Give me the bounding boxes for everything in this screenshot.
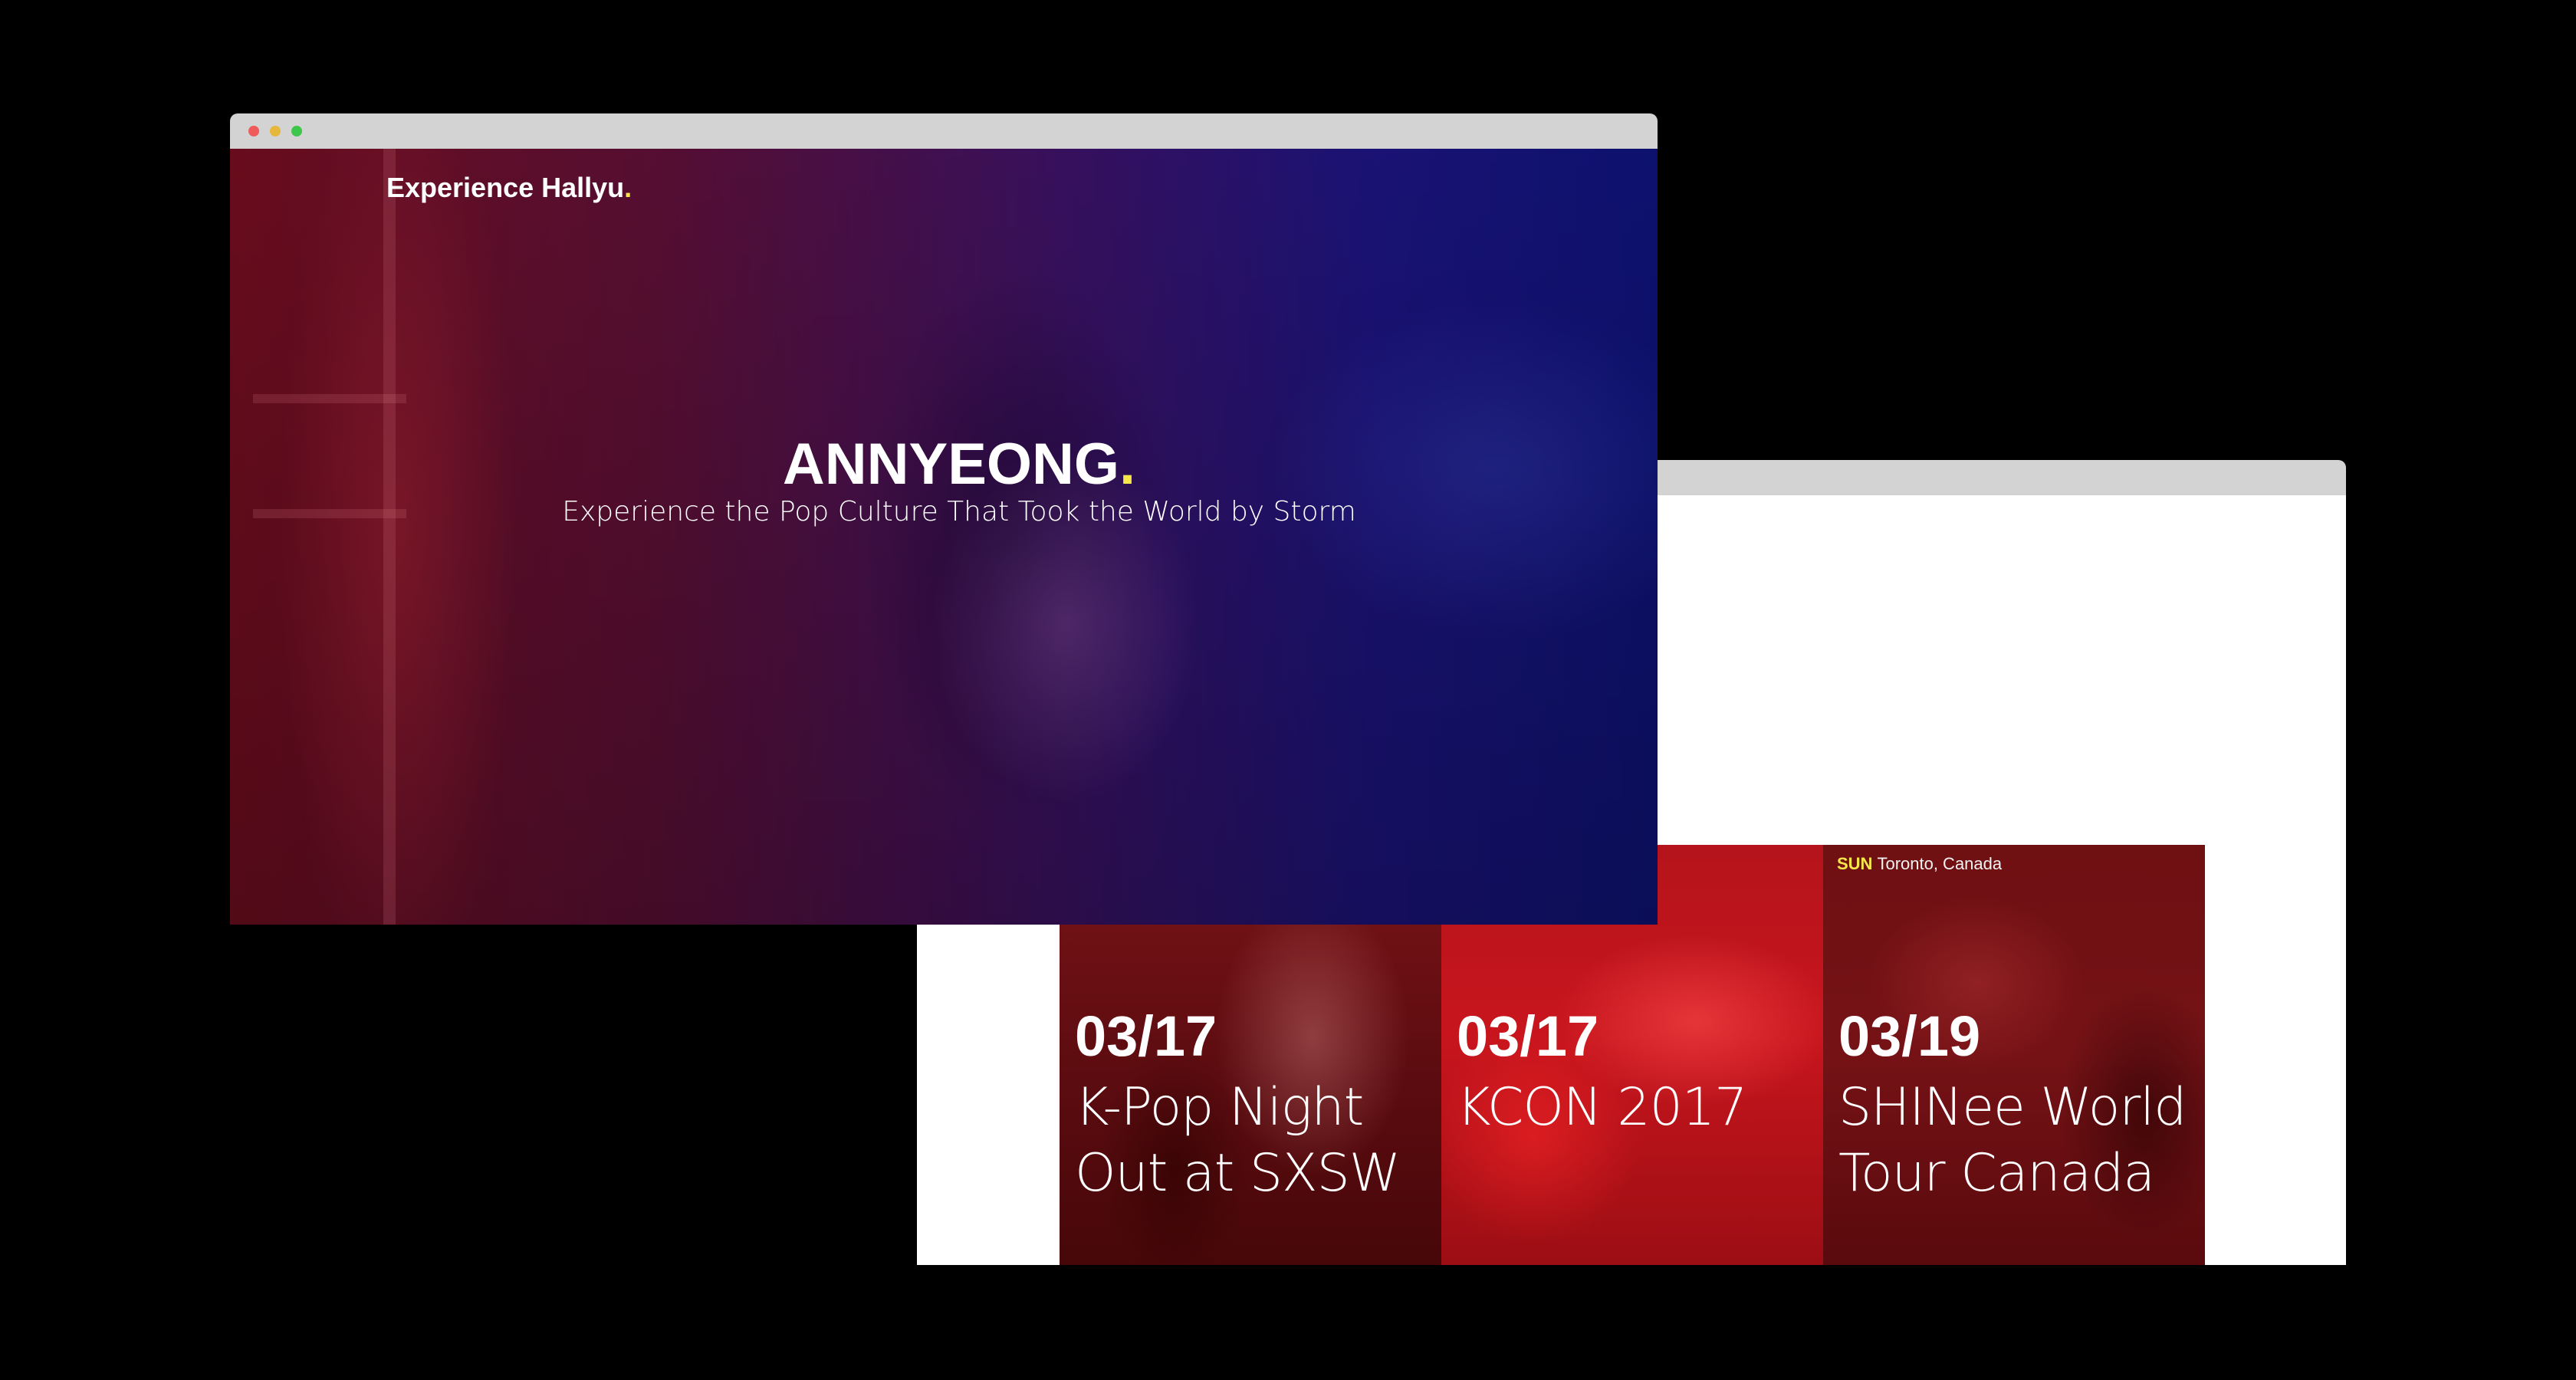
hero-subtitle: Experience the Pop Culture That Took the… [562, 496, 1356, 527]
event-card[interactable]: SUN Toronto, Canada 03/19 SHINee World To… [1823, 845, 2205, 1265]
minimize-window-dot-icon[interactable] [270, 126, 281, 136]
event-day: SUN [1837, 854, 1873, 873]
event-location: Toronto, Canada [1877, 854, 2003, 873]
site-logo-text: Experience Hallyu [386, 172, 625, 203]
maximize-window-dot-icon[interactable] [291, 126, 302, 136]
event-title: KCON 2017 [1457, 1077, 1747, 1138]
background-door-frame [253, 394, 406, 403]
browser-title-bar [230, 113, 1658, 149]
event-title: SHINee World Tour Canada [1838, 1077, 2187, 1204]
site-logo[interactable]: Experience Hallyu. [386, 172, 632, 204]
event-meta: SUN Toronto, Canada [1837, 854, 2002, 874]
showcase-stage: rience K-Pop is to see it for yourself. … [0, 0, 2576, 1380]
background-door-frame [383, 149, 396, 925]
hero-title-text: ANNYEONG [782, 432, 1120, 497]
event-date: 03/17 [1075, 1004, 1217, 1068]
event-date: 03/17 [1457, 1004, 1599, 1068]
event-date: 03/19 [1838, 1004, 1981, 1068]
hero-background-photo [230, 149, 1658, 925]
hero-title-accent: . [1119, 432, 1136, 497]
hero-browser-window: Experience Hallyu. ANNYEONG. Experience … [230, 113, 1658, 925]
event-title: K-Pop Night Out at SXSW [1075, 1077, 1401, 1204]
site-logo-accent: . [624, 172, 632, 203]
hero-section: Experience Hallyu. ANNYEONG. Experience … [230, 149, 1658, 925]
close-window-dot-icon[interactable] [248, 126, 259, 136]
hero-title: ANNYEONG. [230, 432, 1658, 497]
